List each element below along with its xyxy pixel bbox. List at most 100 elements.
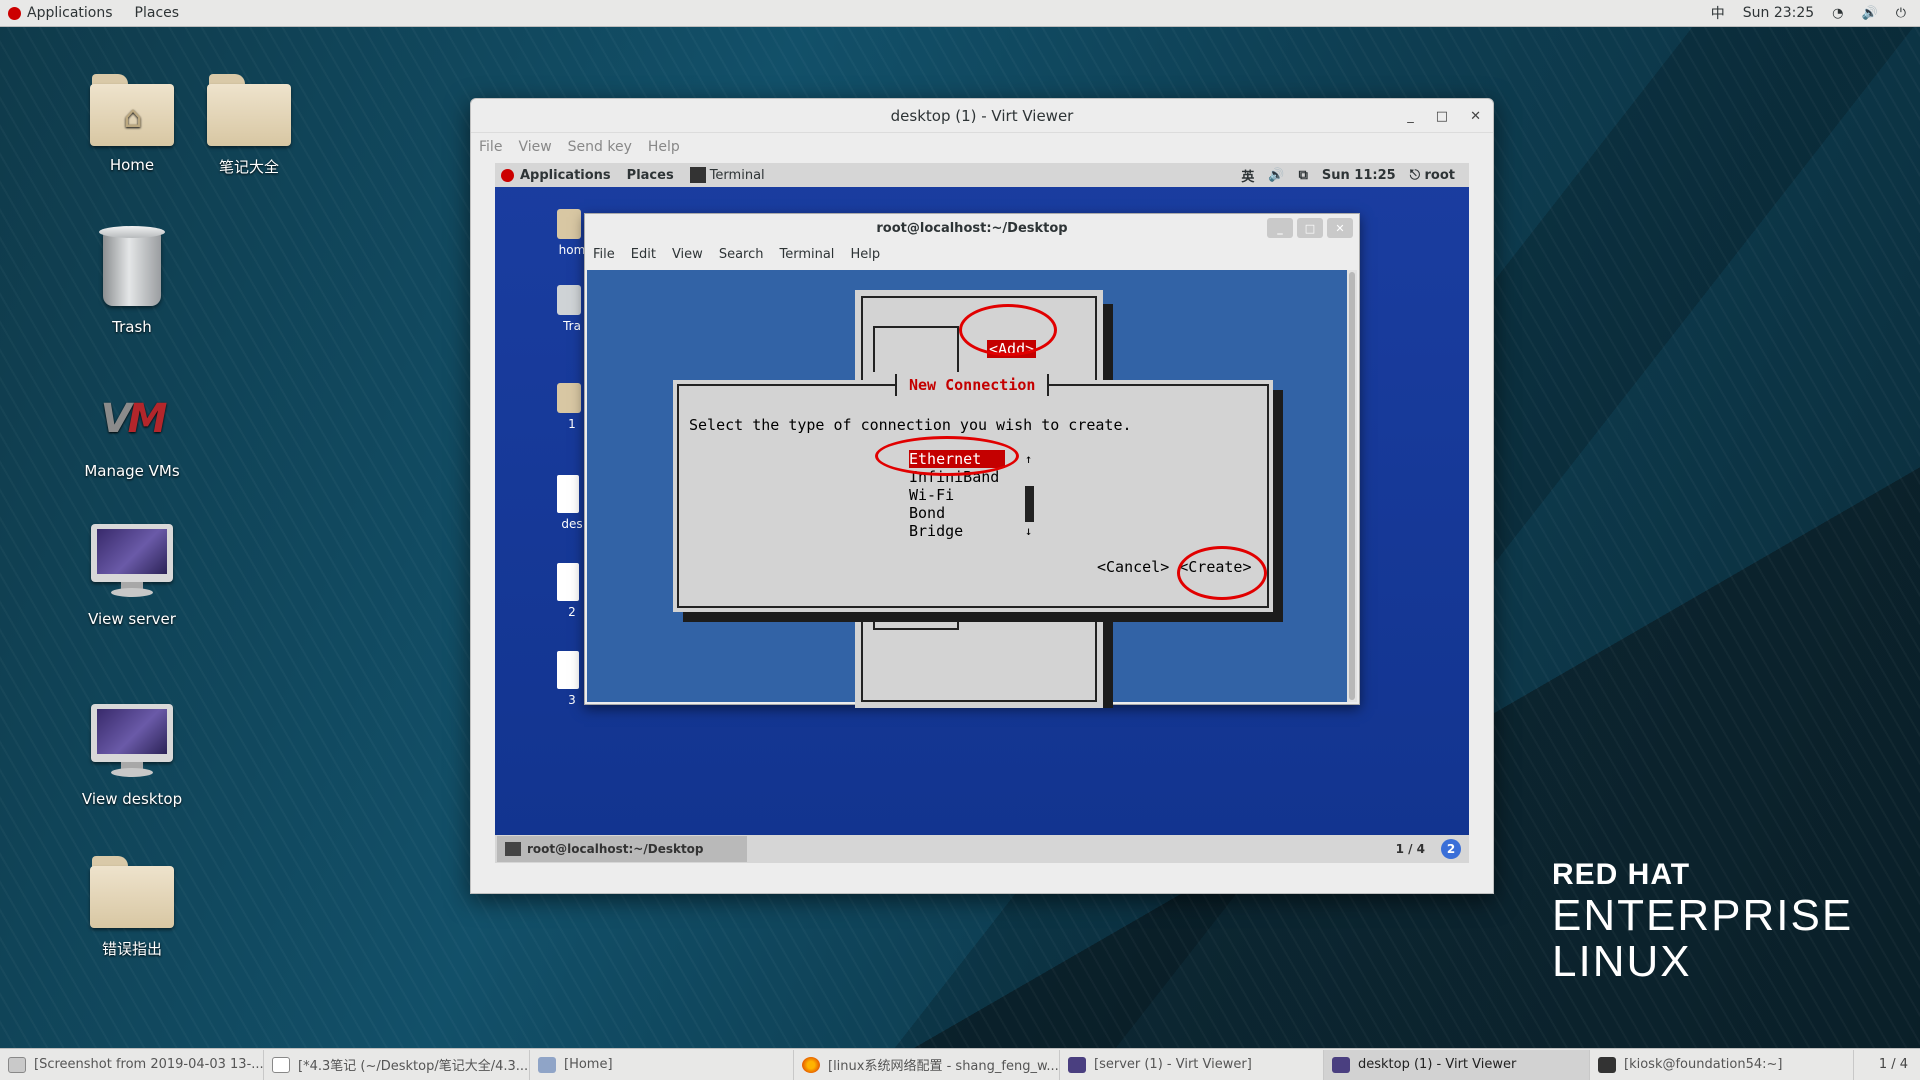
terminal-menu-terminal[interactable]: Terminal [779,247,834,262]
task-home[interactable]: [Home] [530,1049,794,1080]
folder-icon [207,74,291,146]
guest-user-label: root [1424,167,1456,183]
desktop-icon-trash[interactable]: Trash [72,226,192,336]
connection-type-bond[interactable]: Bond [909,504,1009,522]
files-icon [538,1056,556,1073]
task-label: desktop (1) - Virt Viewer [1358,1057,1517,1072]
desktop-icon-label: View desktop [81,790,183,808]
workspace-pager[interactable]: 1 / 4 [1879,1057,1920,1072]
task-server-viewer[interactable]: [server (1) - Virt Viewer] [1060,1049,1324,1080]
folder-icon [90,856,174,928]
guest-applications-menu[interactable]: Applications [501,168,611,183]
brand-line: LINUX [1552,937,1692,986]
desktop-icon-label: 错误指出 [101,940,162,958]
guest-home-icon[interactable]: hom [557,209,587,257]
connection-type-bridge[interactable]: Bridge [909,522,1009,540]
guest-user-menu[interactable]: ⎋ root [1410,168,1455,183]
task-browser[interactable]: [linux系统网络配置 - shang_feng_w... [794,1049,1060,1080]
guest-places-menu[interactable]: Places [627,168,674,183]
menubar: File View Send key Help [471,133,1493,161]
desktop-icon-view-server[interactable]: View server [72,524,192,628]
guest-top-panel: Applications Places Terminal 英 🔊 ⧉ Sun 1… [495,163,1469,187]
input-method-indicator[interactable]: 中 [1711,3,1725,23]
terminal-menu-search[interactable]: Search [719,247,764,262]
terminal-menu-help[interactable]: Help [850,247,880,262]
connection-type-wifi[interactable]: Wi-Fi [909,486,1009,504]
guest-clock[interactable]: Sun 11:25 [1322,168,1396,183]
virt-manager-icon: VM [100,396,168,442]
dialog-buttons: <Cancel> <Create> [1097,558,1252,576]
connection-list-box [873,326,959,372]
guest-folder-icon[interactable]: 1 [557,383,587,431]
scrollbar-thumb[interactable] [1025,486,1034,522]
guest-workspace-pager[interactable]: 1 / 4 [1396,842,1425,856]
brand-line: ENTERPRISE [1552,891,1854,940]
task-label: [kiosk@foundation54:~] [1624,1057,1783,1072]
screenshot-icon [8,1056,26,1073]
connection-type-ethernet[interactable]: Ethernet [909,450,1005,468]
desktop-icon-notes[interactable]: 笔记大全 [189,74,309,177]
maximize-icon[interactable]: □ [1436,109,1448,124]
guest-trash-icon[interactable]: Tra [557,285,587,333]
places-menu[interactable]: Places [135,5,180,21]
volume-icon[interactable]: 🔊 [1268,168,1284,183]
terminal-menubar: File Edit View Search Terminal Help [585,242,1359,266]
monitor-icon [1332,1056,1350,1073]
terminal-scrollbar[interactable] [1347,270,1357,702]
guest-applications-label: Applications [520,167,611,183]
desktop-icon-view-desktop[interactable]: View desktop [72,704,192,808]
task-label: [*4.3笔记 (~/Desktop/笔记大全/4.3... [298,1059,529,1074]
terminal-content[interactable]: <Add> New Connection Select the type of … [587,270,1347,708]
connection-list-box-bottom [873,620,959,630]
terminal-menu-file[interactable]: File [593,247,615,262]
connection-type-list: Ethernet InfiniBand Wi-Fi Bond Bridge [909,450,1009,540]
guest-file-icon[interactable]: 3 [557,651,587,707]
guest-input-method[interactable]: 英 [1241,166,1254,185]
volume-icon[interactable]: 🔊 [1862,6,1878,21]
terminal-icon [689,167,706,183]
create-button[interactable]: <Create> [1179,558,1251,576]
task-screenshot[interactable]: [Screenshot from 2019-04-03 13-... [0,1049,264,1080]
task-notes-editor[interactable]: [*4.3笔记 (~/Desktop/笔记大全/4.3... [264,1049,530,1080]
help-icon[interactable]: 2 [1441,839,1461,859]
menu-view[interactable]: View [518,139,551,155]
clock[interactable]: Sun 23:25 [1743,5,1814,21]
guest-task-terminal[interactable]: root@localhost:~/Desktop [497,836,747,862]
guest-file-icon[interactable]: des [557,475,587,531]
guest-file-icon[interactable]: 2 [557,563,587,619]
guest-task-label: root@localhost:~/Desktop [527,842,704,856]
task-desktop-viewer[interactable]: desktop (1) - Virt Viewer [1324,1049,1590,1080]
desktop-icon-label: 笔记大全 [218,158,279,176]
power-icon[interactable]: ⏻ [1896,6,1906,21]
desktop-icon-label: Trash [112,318,152,336]
guest-terminal-launcher[interactable]: Terminal [689,167,765,183]
maximize-icon[interactable]: □ [1297,218,1323,238]
terminal-titlebar[interactable]: root@localhost:~/Desktop _ □ ✕ [585,214,1359,242]
minimize-icon[interactable]: _ [1267,218,1293,238]
applications-menu[interactable]: Applications [8,5,113,21]
connection-type-infiniband[interactable]: InfiniBand [909,468,1009,486]
task-terminal[interactable]: [kiosk@foundation54:~] [1590,1049,1854,1080]
arrow-down-icon: ↓ [1025,524,1033,538]
desktop-icon-manage-vms[interactable]: VM Manage VMs [72,382,192,480]
menu-help[interactable]: Help [648,139,680,155]
monitor-icon [91,704,173,780]
cancel-button[interactable]: <Cancel> [1097,558,1169,576]
desktop-icon-home[interactable]: ⌂ Home [72,74,192,174]
terminal-menu-edit[interactable]: Edit [631,247,656,262]
wifi-icon[interactable]: ◔ [1832,6,1843,21]
task-label: [Home] [564,1057,613,1072]
menu-file[interactable]: File [479,139,502,155]
text-editor-icon [272,1056,290,1073]
close-icon[interactable]: ✕ [1470,109,1481,124]
nmtui-add-button[interactable]: <Add> [987,340,1037,358]
minimize-icon[interactable]: _ [1407,109,1414,124]
terminal-menu-view[interactable]: View [672,247,703,262]
network-icon[interactable]: ⧉ [1299,168,1308,183]
close-icon[interactable]: ✕ [1327,218,1353,238]
guest-taskbar: root@localhost:~/Desktop 1 / 4 2 [495,835,1469,863]
trash-icon [99,226,165,306]
menu-send-key[interactable]: Send key [568,139,632,155]
desktop-icon-errors[interactable]: 错误指出 [72,856,192,959]
window-titlebar[interactable]: desktop (1) - Virt Viewer _ □ ✕ [471,99,1493,133]
